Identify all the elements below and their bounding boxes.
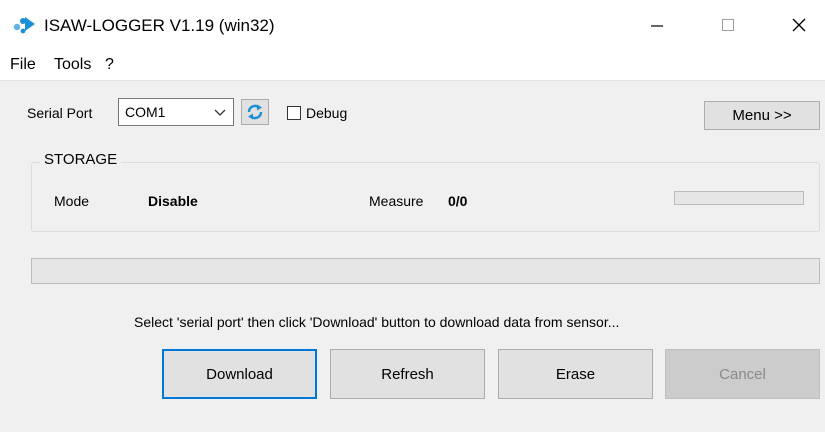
close-button[interactable]: [776, 6, 822, 44]
refresh-arrows-icon: [247, 104, 263, 120]
menu-tools[interactable]: Tools: [54, 56, 91, 74]
menu-file[interactable]: File: [10, 56, 36, 74]
menu-toggle-button[interactable]: Menu >>: [704, 101, 820, 130]
measure-value: 0/0: [448, 193, 468, 209]
erase-button[interactable]: Erase: [498, 349, 653, 399]
window-title: ISAW-LOGGER V1.19 (win32): [44, 16, 275, 35]
serial-port-value: COM1: [125, 104, 166, 120]
maximize-button[interactable]: [705, 6, 751, 44]
menu-help[interactable]: ?: [105, 56, 114, 74]
serial-port-select[interactable]: COM1: [118, 98, 234, 126]
serial-port-label: Serial Port: [27, 105, 93, 121]
mode-label: Mode: [54, 193, 90, 209]
minimize-icon: [651, 25, 663, 27]
refresh-ports-button[interactable]: [241, 99, 269, 125]
debug-label[interactable]: Debug: [306, 105, 347, 121]
refresh-button[interactable]: Refresh: [330, 349, 485, 399]
title-bar[interactable]: ISAW-LOGGER V1.19 (win32): [0, 0, 825, 50]
cancel-button[interactable]: Cancel: [665, 349, 820, 399]
main-progress-bar: [31, 258, 820, 284]
close-icon: [792, 18, 806, 32]
storage-progress-bar: [674, 191, 804, 205]
download-button[interactable]: Download: [162, 349, 317, 399]
storage-group-title: STORAGE: [40, 151, 122, 168]
isaw-app-icon: [13, 17, 35, 34]
chevron-down-icon: [214, 109, 226, 116]
measure-label: Measure: [369, 193, 424, 209]
maximize-icon: [722, 19, 734, 31]
minimize-button[interactable]: [634, 6, 680, 44]
status-text: Select 'serial port' then click 'Downloa…: [134, 314, 620, 330]
mode-value: Disable: [148, 193, 198, 209]
debug-checkbox[interactable]: [287, 106, 301, 120]
menu-bar: File Tools ?: [0, 50, 825, 81]
